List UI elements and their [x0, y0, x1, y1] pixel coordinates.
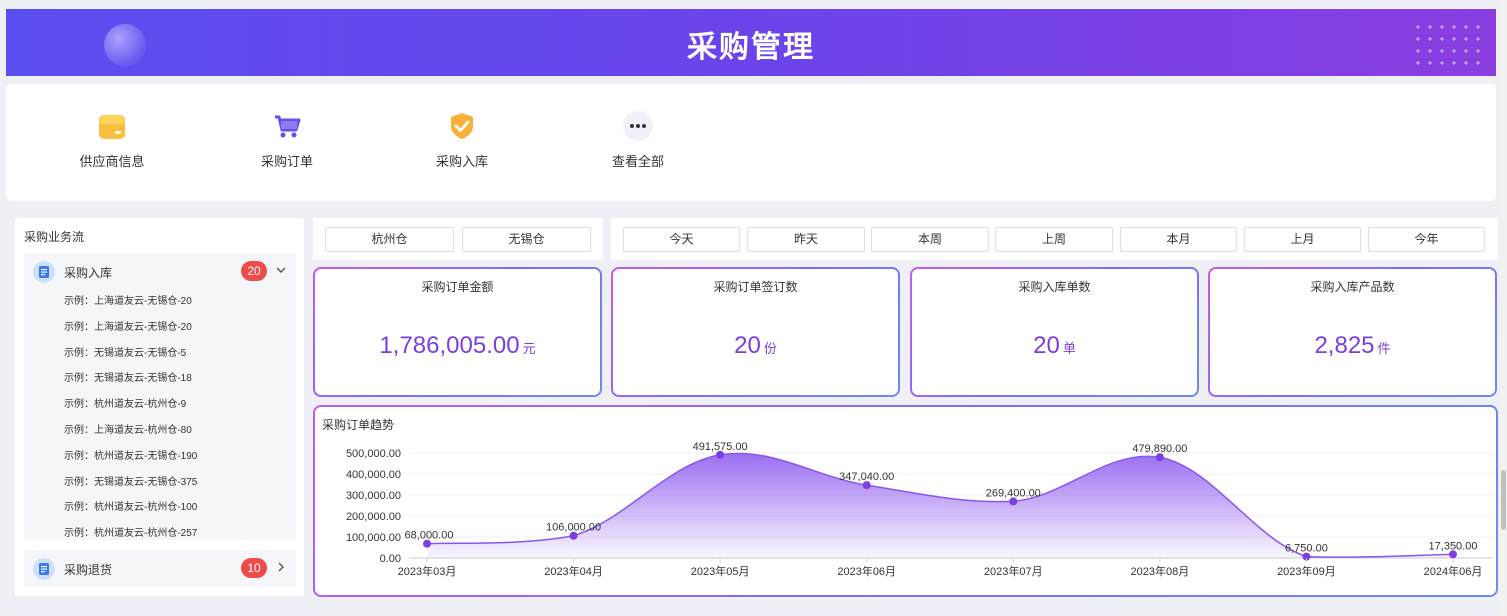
tab-period-last-week[interactable]: 上周 [995, 227, 1113, 252]
quick-link-supplier[interactable]: 供应商信息 [62, 110, 162, 170]
count-badge: 10 [241, 558, 267, 578]
data-label: 6,750.00 [1285, 543, 1328, 555]
group-label: 采购退货 [64, 563, 113, 577]
shield-check-icon [446, 110, 478, 142]
group-header-returns[interactable]: 采购退货 10 [24, 550, 296, 586]
inbound-item[interactable]: 示例：杭州道友云-无锡仓-190 [24, 444, 296, 470]
quick-link-label: 查看全部 [611, 154, 664, 169]
stat-unit: 单 [1062, 341, 1076, 356]
quick-link-inbound[interactable]: 采购入库 [412, 110, 512, 170]
document-icon [33, 558, 55, 580]
inbound-item[interactable]: 示例：无锡道友云-无锡仓-5 [24, 341, 296, 367]
inbound-item[interactable]: 示例：无锡道友云-无锡仓-375 [24, 470, 296, 496]
cart-icon [271, 110, 303, 142]
stat-value: 2,825 件 [1210, 332, 1495, 360]
stat-number: 20 [1033, 332, 1060, 359]
stat-title: 采购订单签订数 [713, 280, 798, 294]
data-label: 17,350.00 [1429, 540, 1478, 552]
count-badge: 20 [241, 261, 267, 281]
stat-unit: 元 [522, 341, 536, 356]
trend-chart-panel: 采购订单趋势 0.00 100,000.00 200,000.00 300,000.0… [313, 405, 1498, 597]
workflow-panel: 采购业务流 采购入库 20 示例：上海道友云-无锡仓-20 示例：上海道友云-无锡… [15, 218, 304, 596]
x-tick-label: 2024年06月 [1424, 564, 1483, 578]
stat-title: 采购入库单数 [1018, 280, 1091, 294]
stat-unit: 件 [1377, 341, 1391, 356]
header-banner: 采购管理 [6, 9, 1496, 76]
quick-link-label: 采购入库 [435, 154, 488, 169]
stat-value: 1,786,005.00 元 [315, 332, 600, 360]
stat-unit: 份 [763, 341, 777, 356]
data-label: 106,000.00 [546, 522, 601, 534]
document-icon [33, 261, 55, 283]
data-label: 479,890.00 [1132, 443, 1187, 455]
tab-period-last-month[interactable]: 上月 [1244, 227, 1361, 252]
tab-warehouse-wuxi[interactable]: 无锡仓 [462, 227, 591, 252]
stat-card-product-count: 采购入库产品数 2,825 件 [1208, 267, 1497, 397]
folder-icon [96, 110, 128, 142]
inbound-item[interactable]: 示例：上海道友云-无锡仓-20 [24, 315, 296, 341]
page-title: 采购管理 [687, 31, 815, 64]
stat-title: 采购入库产品数 [1310, 280, 1395, 294]
tab-period-today[interactable]: 今天 [623, 227, 740, 252]
trend-chart: 0.00 100,000.00 200,000.00 300,000.00 400,00… [346, 441, 1493, 578]
page-scrollbar[interactable] [1500, 0, 1507, 616]
y-tick-label: 0.00 [380, 553, 401, 565]
stat-number: 2,825 [1314, 332, 1375, 359]
inbound-item[interactable]: 示例：无锡道友云-无锡仓-18 [24, 366, 296, 392]
stat-number: 1,786,005.00 [379, 332, 520, 359]
x-tick-label: 2023年04月 [544, 564, 603, 578]
workflow-group-inbound: 采购入库 20 示例：上海道友云-无锡仓-20 示例：上海道友云-无锡仓-20 示例… [24, 253, 296, 540]
x-tick-label: 2023年05月 [691, 564, 750, 578]
inbound-item[interactable]: 示例：上海道友云-杭州仓-80 [24, 418, 296, 444]
stat-card-inbound-count: 采购入库单数 20 单 [910, 267, 1199, 397]
inbound-list: 示例：上海道友云-无锡仓-20 示例：上海道友云-无锡仓-20 示例：无锡道友云-无… [24, 289, 296, 547]
inbound-item[interactable]: 示例：杭州道友云-杭州仓-100 [24, 495, 296, 521]
warehouse-tabs: 杭州仓 无锡仓 [313, 218, 603, 260]
x-tick-label: 2023年03月 [398, 564, 457, 578]
tab-warehouse-hangzhou[interactable]: 杭州仓 [325, 227, 454, 252]
y-tick-label: 500,000.00 [346, 448, 401, 460]
scrollbar-thumb[interactable] [1501, 470, 1506, 530]
inbound-item[interactable]: 示例：杭州道友云-杭州仓-9 [24, 392, 296, 418]
stat-title: 采购订单金额 [421, 280, 494, 294]
quick-link-label: 供应商信息 [79, 154, 145, 169]
y-tick-label: 200,000.00 [346, 511, 401, 523]
chevron-right-icon[interactable] [274, 560, 288, 574]
x-tick-label: 2023年09月 [1277, 564, 1336, 578]
data-label: 269,400.00 [986, 487, 1041, 499]
quick-link-order[interactable]: 采购订单 [237, 110, 337, 170]
group-label: 采购入库 [64, 266, 113, 280]
data-label: 68,000.00 [405, 530, 454, 542]
x-tick-label: 2023年07月 [984, 564, 1043, 578]
stat-value: 20 份 [613, 332, 898, 360]
stat-card-order-amount: 采购订单金额 1,786,005.00 元 [313, 267, 602, 397]
group-header-inbound[interactable]: 采购入库 20 [24, 253, 296, 289]
chevron-down-icon[interactable] [274, 263, 288, 277]
more-icon [622, 110, 654, 142]
y-tick-label: 100,000.00 [346, 532, 401, 544]
tab-period-this-year[interactable]: 今年 [1368, 227, 1485, 252]
period-tabs: 今天 昨天 本周 上周 本月 上月 今年 [611, 218, 1498, 260]
quick-link-all[interactable]: 查看全部 [588, 110, 688, 170]
stat-card-order-count: 采购订单签订数 20 份 [611, 267, 900, 397]
data-label: 347,040.00 [839, 471, 894, 483]
quick-links-panel: 供应商信息 采购订单 采购入库 查看全部 [6, 84, 1496, 201]
quick-link-label: 采购订单 [260, 154, 313, 169]
stat-number: 20 [734, 332, 761, 359]
y-tick-label: 300,000.00 [346, 490, 401, 502]
stat-value: 20 单 [912, 332, 1197, 360]
y-tick-label: 400,000.00 [346, 469, 401, 481]
inbound-item[interactable]: 示例：上海道友云-无锡仓-20 [24, 289, 296, 315]
data-label: 491,575.00 [693, 441, 748, 453]
tab-period-this-week[interactable]: 本周 [871, 227, 989, 252]
x-tick-label: 2023年06月 [837, 564, 896, 578]
inbound-item[interactable]: 示例：杭州道友云-杭州仓-257 [24, 521, 296, 547]
workflow-group-returns: 采购退货 10 [24, 550, 296, 587]
tab-period-this-month[interactable]: 本月 [1120, 227, 1237, 252]
x-tick-label: 2023年08月 [1130, 564, 1189, 578]
tab-period-yesterday[interactable]: 昨天 [747, 227, 865, 252]
workflow-title: 采购业务流 [24, 230, 85, 244]
